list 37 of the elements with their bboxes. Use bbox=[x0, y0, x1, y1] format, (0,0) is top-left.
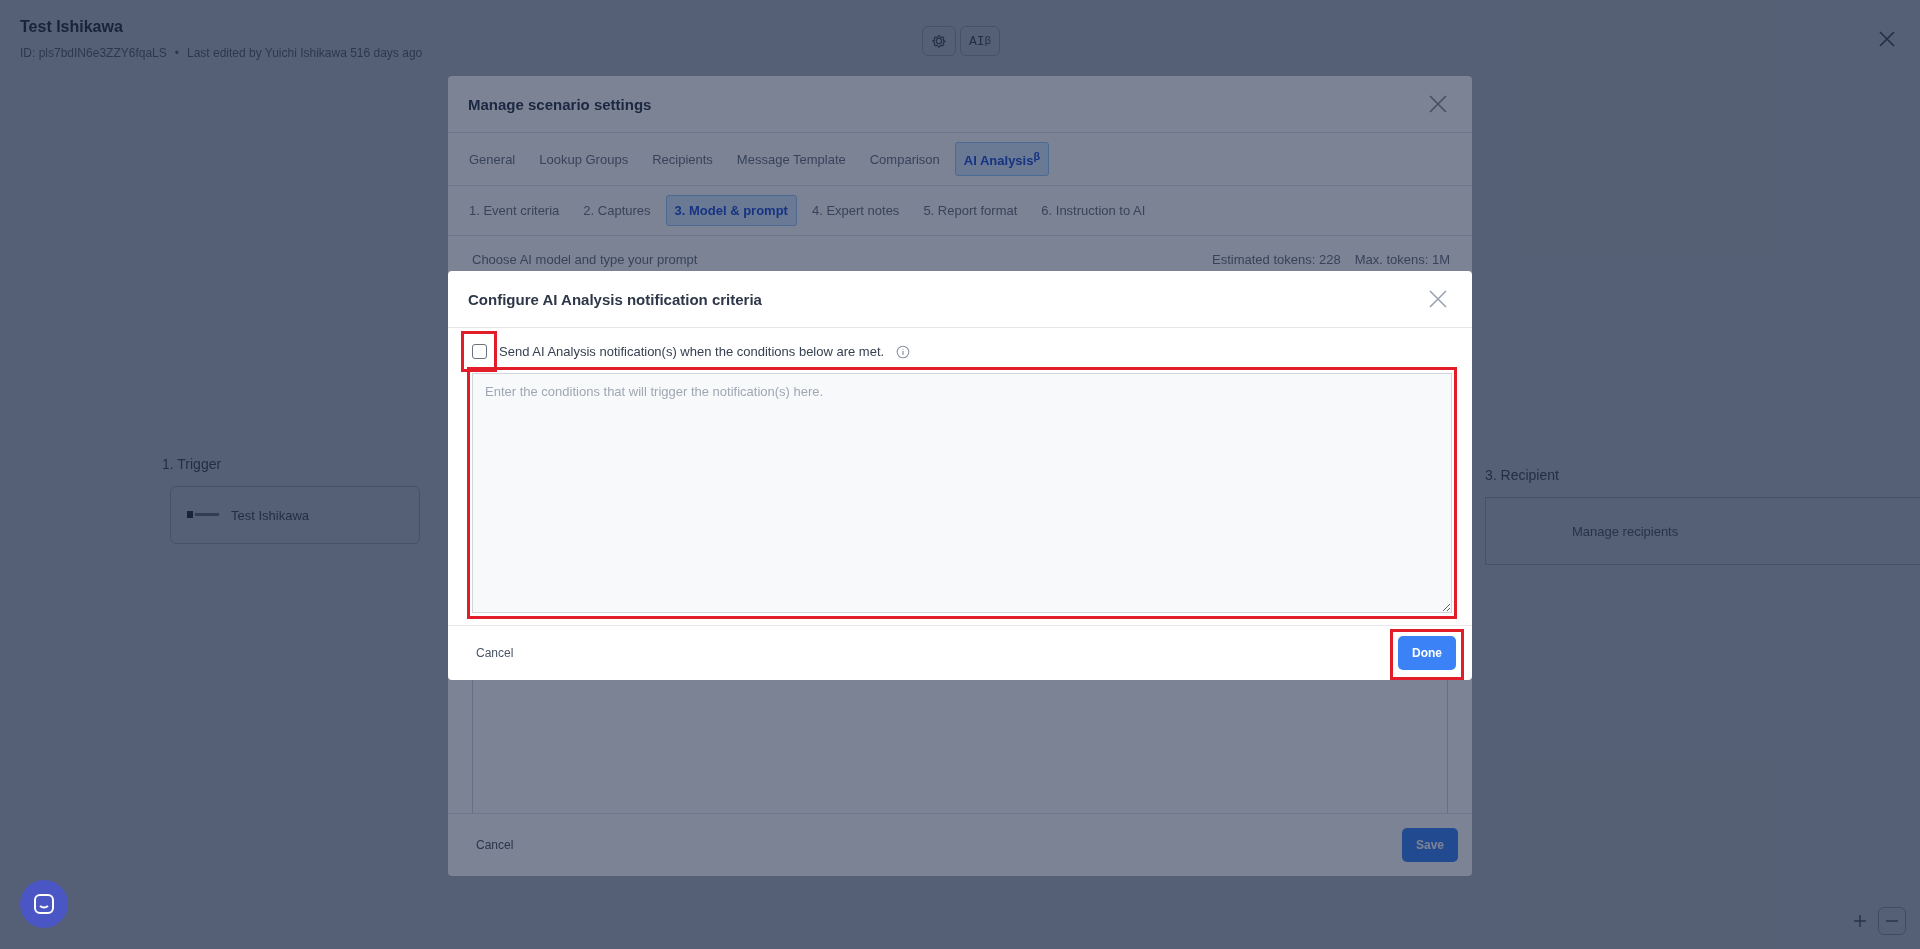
settings-icon bbox=[931, 33, 947, 49]
separator-dot: • bbox=[174, 46, 179, 60]
settings-tab[interactable]: Comparison bbox=[860, 142, 949, 177]
zoom-out-button[interactable] bbox=[1878, 907, 1906, 935]
max-tokens: Max. tokens: 1M bbox=[1354, 252, 1450, 268]
step-tab[interactable]: 1. Event criteria bbox=[460, 195, 569, 227]
settings-button[interactable] bbox=[922, 26, 956, 56]
settings-tab[interactable]: AI Analysis$^{β}$ bbox=[954, 142, 1050, 177]
close-icon[interactable] bbox=[1878, 30, 1896, 48]
conditions-field[interactable]: Enter the conditions that will trigger the notification(s) here. bbox=[472, 373, 1452, 613]
settings-tab[interactable]: Recipients bbox=[643, 142, 722, 177]
modal-title: Manage scenario settings bbox=[468, 95, 652, 113]
chat-icon bbox=[33, 893, 55, 915]
step-tab[interactable]: 4. Expert notes bbox=[802, 195, 909, 227]
cancel-button[interactable]: Cancel bbox=[468, 640, 522, 666]
step-tab[interactable]: 3. Model & prompt bbox=[665, 195, 797, 227]
done-button[interactable]: Done bbox=[1398, 636, 1456, 670]
prompt-hint: Choose AI model and type your prompt bbox=[472, 252, 698, 268]
step-tab[interactable]: 6. Instruction to AI bbox=[1032, 195, 1155, 227]
logo-icon bbox=[187, 511, 219, 519]
settings-tab[interactable]: Lookup Groups bbox=[530, 142, 638, 177]
plus-icon bbox=[1853, 914, 1867, 928]
step-tab[interactable]: 5. Report format bbox=[914, 195, 1027, 227]
cancel-button[interactable]: Cancel bbox=[468, 832, 522, 858]
checkbox[interactable] bbox=[472, 344, 487, 359]
settings-tab[interactable]: Message Template bbox=[727, 142, 855, 177]
scenario-title: Test Ishikawa bbox=[20, 18, 124, 36]
checkbox-label: Send AI Analysis notification(s) when the conditions below are met. bbox=[499, 344, 885, 359]
estimated-tokens: Estimated tokens: 228 bbox=[1212, 252, 1341, 268]
save-button[interactable]: Save bbox=[1401, 828, 1458, 862]
chat-launcher-button[interactable] bbox=[20, 880, 68, 928]
settings-tab[interactable]: General bbox=[460, 142, 525, 177]
close-icon[interactable] bbox=[1428, 94, 1448, 114]
close-icon[interactable] bbox=[1428, 289, 1448, 309]
dialog-title: Configure AI Analysis notification criteria bbox=[468, 290, 762, 308]
step-tab[interactable]: 2. Captures bbox=[574, 195, 660, 227]
info-icon[interactable] bbox=[896, 344, 911, 359]
